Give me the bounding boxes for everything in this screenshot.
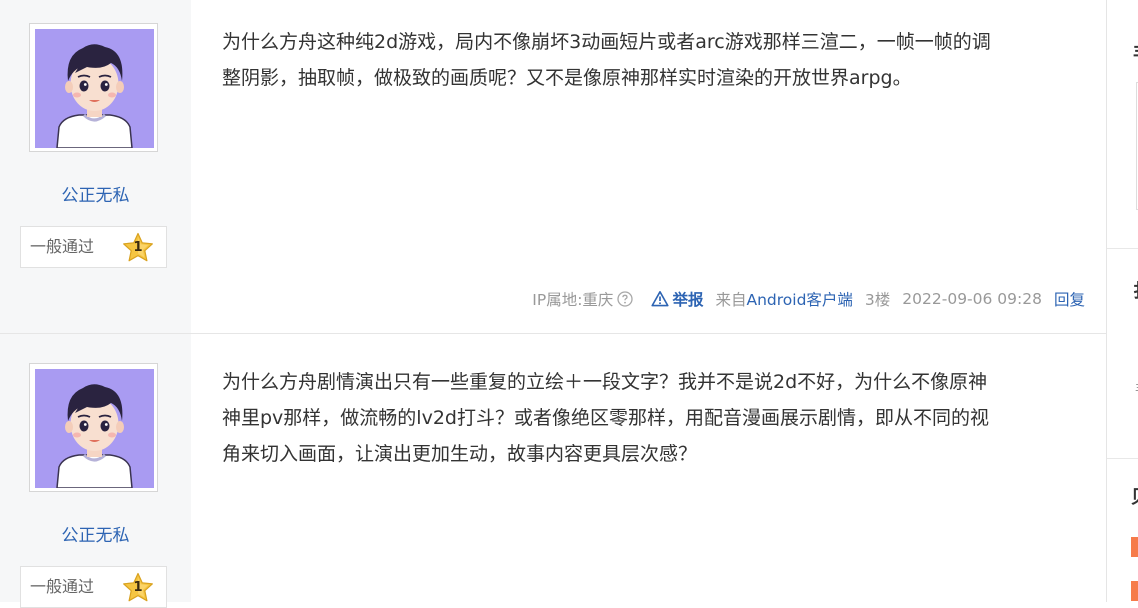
client-link[interactable]: Android客户端 — [746, 291, 852, 309]
post-list: 公正无私 一般通过 1 为什么方舟这种纯2d游戏，局内不像崩坏3动画短片或者ar… — [0, 0, 1106, 608]
author-panel: 公正无私 一般通过 1 — [0, 0, 191, 333]
warning-triangle-icon — [651, 290, 670, 308]
star-badge-icon: 1 — [122, 572, 154, 604]
author-name[interactable]: 公正无私 — [0, 526, 191, 546]
sidebar-heading-fragment: 扌 — [1133, 282, 1138, 302]
sidebar-rank-badge — [1131, 581, 1138, 601]
avatar-illustration — [35, 369, 154, 488]
author-name[interactable]: 公正无私 — [0, 186, 191, 206]
ip-location: IP属地:重庆 — [532, 288, 634, 310]
post-content: 为什么方舟这种纯2d游戏，局内不像崩坏3动画短片或者arc游戏那样三渲二，一帧一… — [222, 31, 991, 89]
question-circle-icon[interactable] — [617, 291, 634, 307]
source-prefix: 来自 — [715, 291, 747, 309]
star-badge-icon: 1 — [122, 232, 154, 264]
avatar[interactable] — [29, 23, 158, 152]
sidebar-divider — [1107, 248, 1138, 249]
sidebar-divider — [1107, 458, 1138, 459]
avatar-illustration — [35, 29, 154, 148]
reply-link[interactable]: 回复 — [1054, 288, 1085, 310]
post-tail: IP属地:重庆 举报 来自Android客户端 3楼 2022-09-06 09… — [532, 287, 1085, 311]
level-number: 1 — [133, 240, 143, 255]
post-item: 公正无私 一般通过 1 为什么方舟这种纯2d游戏，局内不像崩坏3动画短片或者ar… — [0, 0, 1106, 333]
level-name: 一般通过 — [30, 577, 95, 596]
right-sidebar: 丰 扌 丰 贝 — [1106, 0, 1138, 602]
author-panel: 公正无私 一般通过 1 — [0, 334, 191, 608]
post-content: 为什么方舟剧情演出只有一些重复的立绘＋一段文字？我并不是说2d不好，为什么不像原… — [222, 371, 989, 465]
report-button[interactable]: 举报 — [651, 288, 703, 310]
level-badge-box[interactable]: 一般通过 1 — [20, 226, 167, 268]
sidebar-rank-badge — [1131, 537, 1138, 557]
level-number: 1 — [133, 580, 143, 595]
floor-number: 3楼 — [864, 291, 891, 309]
ip-location-text: IP属地:重庆 — [532, 291, 614, 309]
report-label: 举报 — [672, 291, 704, 309]
sidebar-heading-fragment: 丰 — [1133, 44, 1138, 64]
avatar[interactable] — [29, 363, 158, 492]
post-time: 2022-09-06 09:28 — [902, 290, 1042, 308]
level-name: 一般通过 — [30, 237, 95, 256]
sidebar-heading-fragment: 贝 — [1131, 488, 1138, 508]
post-item: 公正无私 一般通过 1 为什么方舟剧情演出只有一些重复的立绘＋一段文字？我并不是… — [0, 334, 1106, 608]
source-info: 来自Android客户端 — [715, 288, 852, 310]
